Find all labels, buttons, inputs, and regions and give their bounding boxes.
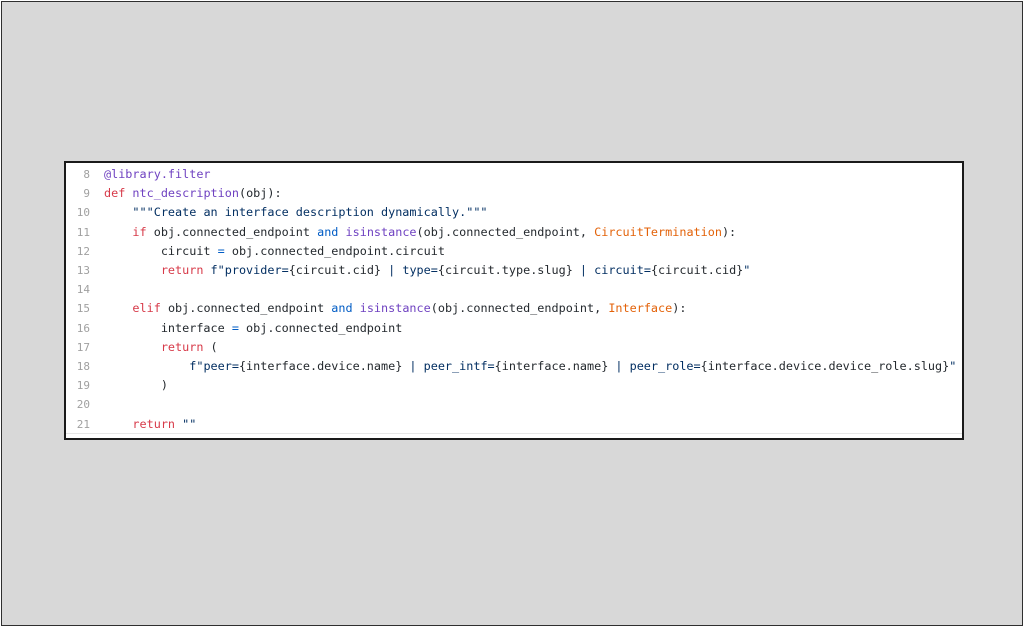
code-line: 10 """Create an interface description dy… xyxy=(66,203,962,222)
code-token: isinstance xyxy=(359,301,431,316)
code-token: "" xyxy=(182,416,197,431)
code-token: if xyxy=(132,224,154,239)
code-line: 16 interface = obj.connected_endpoint xyxy=(66,319,962,338)
code-line: 20 xyxy=(66,395,962,414)
code-line: 17 return ( xyxy=(66,338,962,357)
code-token: obj.connected_endpoint xyxy=(238,320,403,335)
code-token: circuit xyxy=(104,243,218,258)
line-number: 8 xyxy=(83,168,90,181)
screenshot-frame: 8 @library.filter 9 def ntc_description(obj… xyxy=(1,1,1023,626)
line-number: 19 xyxy=(76,379,90,393)
code-text: def ntc_description(obj): xyxy=(104,184,282,203)
code-token: = xyxy=(217,243,225,258)
code-line: 8 @library.filter xyxy=(66,165,962,184)
line-number: 12 xyxy=(76,244,90,258)
code-token: """Create an interface description dynam… xyxy=(132,205,488,220)
code-token: f"peer= xyxy=(189,359,239,373)
line-number: 17 xyxy=(76,340,90,354)
code-token: {interface.name} xyxy=(494,359,609,373)
code-token: " xyxy=(743,263,751,277)
code-editor-panel[interactable]: 8 @library.filter 9 def ntc_description(obj… xyxy=(64,161,964,440)
code-text: if obj.connected_endpoint and isinstance… xyxy=(104,223,736,242)
code-token: isinstance xyxy=(345,224,417,239)
code-text: """Create an interface description dynam… xyxy=(104,203,488,222)
code-line: 19 ) xyxy=(66,376,962,395)
code-token: {circuit.cid} xyxy=(650,263,744,277)
code-token: obj.connected_endpoint xyxy=(153,224,318,239)
code-token: return xyxy=(160,339,211,354)
code-line: 15 elif obj.connected_endpoint and isins… xyxy=(66,299,962,318)
code-line: 9 def ntc_description(obj): xyxy=(66,184,962,203)
code-token: obj.connected_endpoint xyxy=(167,301,332,316)
code-token: Interface xyxy=(608,301,673,316)
code-token: def xyxy=(104,186,133,201)
code-token: obj.connected_endpoint.circuit xyxy=(224,243,445,258)
code-token: ): xyxy=(721,224,737,239)
line-number: 16 xyxy=(76,321,90,335)
code-text: interface = obj.connected_endpoint xyxy=(104,319,403,338)
code-token: = xyxy=(231,320,239,335)
code-text: elif obj.connected_endpoint and isinstan… xyxy=(104,299,686,318)
code-line: 12 circuit = obj.connected_endpoint.circ… xyxy=(66,242,962,261)
code-line: 14 xyxy=(66,280,962,299)
code-token: | circuit= xyxy=(572,263,651,277)
code-token: {circuit.type.slug} xyxy=(437,263,573,277)
code-text: return f"provider={circuit.cid} | type={… xyxy=(104,261,751,280)
code-token: {circuit.cid} xyxy=(288,263,382,277)
code-line: 11 if obj.connected_endpoint and isinsta… xyxy=(66,223,962,242)
code-text: circuit = obj.connected_endpoint.circuit xyxy=(104,242,445,261)
code-token: | peer_role= xyxy=(608,359,701,373)
code-text: return ( xyxy=(104,338,218,357)
code-text: @library.filter xyxy=(104,165,211,184)
code-token: (obj.connected_endpoint, xyxy=(430,301,609,316)
code-text: f"peer={interface.device.name} | peer_in… xyxy=(104,357,956,376)
code-token: ( xyxy=(210,339,218,354)
line-number: 14 xyxy=(76,283,90,297)
code-token: ) xyxy=(104,378,168,393)
line-number: 11 xyxy=(76,225,90,239)
code-line: 13 return f"provider={circuit.cid} | typ… xyxy=(66,261,962,280)
line-number: 20 xyxy=(76,398,90,412)
code-token: | peer_intf= xyxy=(402,359,495,373)
code-token: (obj.connected_endpoint, xyxy=(416,224,595,239)
line-number: 18 xyxy=(76,360,90,373)
code-token: and xyxy=(317,224,346,239)
code-token: | type= xyxy=(381,263,438,277)
code-token: f"provider= xyxy=(210,263,289,277)
code-token: ): xyxy=(672,301,687,316)
line-number: 10 xyxy=(76,206,90,220)
code-token: @library.filter xyxy=(104,167,211,181)
code-token: " xyxy=(949,359,957,373)
code-line: 18 f"peer={interface.device.name} | peer… xyxy=(66,357,962,376)
code-token: interface xyxy=(104,320,232,335)
line-number: 21 xyxy=(76,417,90,431)
code-token: return xyxy=(132,416,183,431)
code-token: (obj): xyxy=(238,186,282,201)
line-number: 9 xyxy=(83,187,90,201)
code-token: return xyxy=(160,263,211,277)
code-token: CircuitTermination xyxy=(594,224,722,239)
line-number: 15 xyxy=(76,302,90,316)
code-token: {interface.device.device_role.slug} xyxy=(700,359,950,373)
code-token: {interface.device.name} xyxy=(238,359,403,373)
code-line: 21 return "" xyxy=(66,415,962,434)
code-token: ntc_description xyxy=(132,186,239,201)
code-token: elif xyxy=(132,301,168,316)
code-token: and xyxy=(331,301,360,316)
code-text: ) xyxy=(104,376,168,395)
code-text: return "" xyxy=(104,415,196,434)
line-number: 13 xyxy=(76,264,90,277)
